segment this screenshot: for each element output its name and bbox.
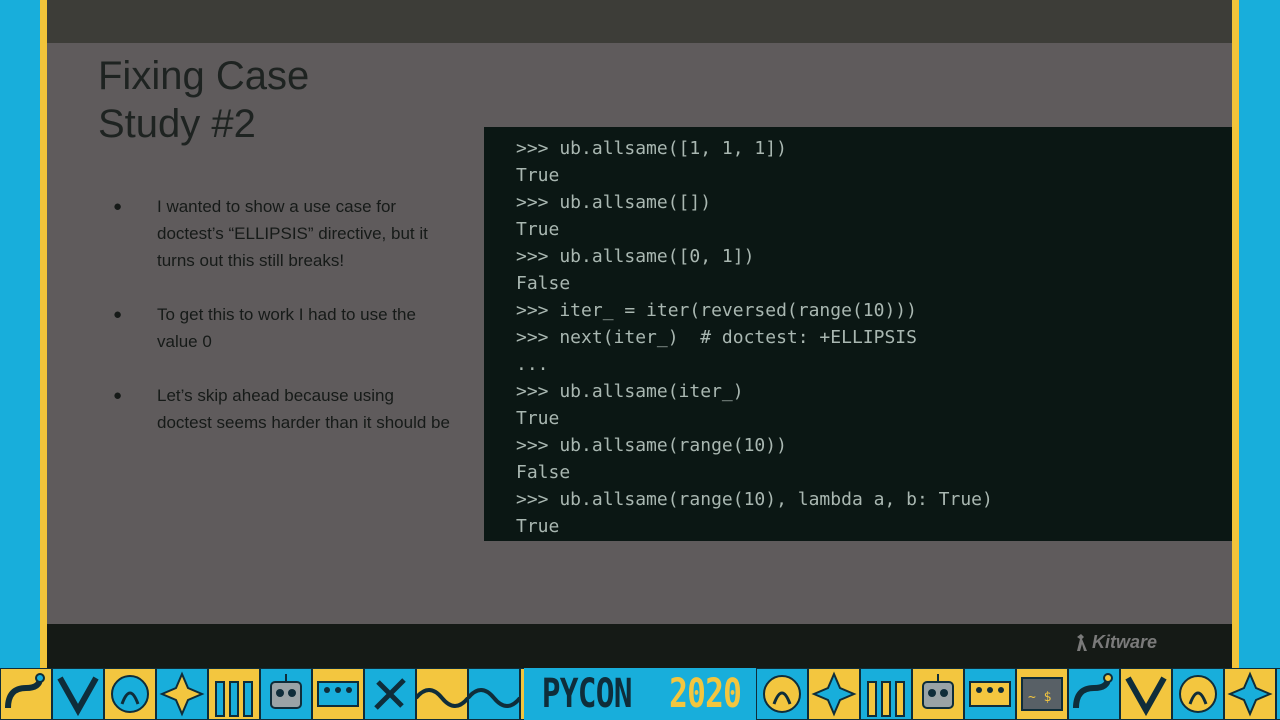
code-line-text: >>> ub.allsame([]) <box>516 192 712 213</box>
code-line-text: >>> ub.allsame(iter_) <box>516 381 744 402</box>
bullet-item: ● I wanted to show a use case for doctest… <box>113 193 453 274</box>
bullet-text: To get this to work I had to use the val… <box>157 305 416 351</box>
pillars-icon <box>1276 668 1280 720</box>
code-line: >>> ub.allsame([1, 1, 1]) <box>484 135 1224 162</box>
robot-icon <box>912 668 964 720</box>
bullet-text: Let’s skip ahead because using doctest s… <box>157 386 450 432</box>
snake-icon <box>1068 668 1120 720</box>
code-line-text: True <box>516 219 560 240</box>
slide-bottom-bar <box>47 624 1232 668</box>
kitware-logo: Kitware <box>1075 632 1157 653</box>
kitware-logo-text: Kitware <box>1092 632 1158 652</box>
wave-icon <box>468 668 520 720</box>
code-line: >>> ub.allsame(iter_) <box>484 378 1224 405</box>
code-line: >>> ub.allsame([]) <box>484 189 1224 216</box>
bullet-item: ● To get this to work I had to use the va… <box>113 301 453 355</box>
slide-top-bar <box>47 0 1232 43</box>
code-line-text: >>> ub.allsame([1, 1, 1]) <box>516 138 787 159</box>
bullet-list: ● I wanted to show a use case for doctest… <box>113 193 453 463</box>
star-icon <box>156 668 208 720</box>
code-line-text: >>> iter_ = iter(reversed(range(10))) <box>516 300 917 321</box>
left-gold-stripe <box>40 0 47 668</box>
bullet-text: I wanted to show a use case for doctest’… <box>157 197 428 270</box>
code-line-text: True <box>516 165 560 186</box>
tools-icon <box>364 668 416 720</box>
star-icon <box>1224 668 1276 720</box>
code-line: True <box>484 162 1224 189</box>
snake-icon <box>0 668 52 720</box>
kitware-logo-icon <box>1077 634 1087 651</box>
star-icon <box>808 668 860 720</box>
code-line: True <box>484 513 1224 540</box>
code-line-text: >>> ub.allsame(range(10), lambda a, b: T… <box>516 489 993 510</box>
code-line: ... <box>484 351 1224 378</box>
pillars-icon <box>860 668 912 720</box>
wave-icon <box>416 668 468 720</box>
code-line: True <box>484 216 1224 243</box>
slide-title-line-1: Fixing Case <box>98 54 310 98</box>
code-line-text: True <box>516 408 560 429</box>
chevron-icon <box>52 668 104 720</box>
left-border <box>0 0 40 668</box>
right-border <box>1239 0 1280 668</box>
bullet-dot: ● <box>113 306 123 323</box>
code-line-text: >>> ub.allsame([0, 1]) <box>516 246 755 267</box>
pillars-icon <box>208 668 260 720</box>
bullet-item: ● Let’s skip ahead because using doctest … <box>113 382 453 436</box>
bullet-dot: ● <box>113 198 123 215</box>
robot-icon <box>260 668 312 720</box>
pycon-word: PYCON <box>541 671 633 717</box>
code-line: False <box>484 270 1224 297</box>
pycon-logo: PYCON 2020 <box>524 668 756 720</box>
code-line: False <box>484 459 1224 486</box>
laurel-icon <box>1172 668 1224 720</box>
slide-title-line-2: Study #2 <box>98 102 256 146</box>
bullet-dot: ● <box>113 387 123 404</box>
slide: Fixing Case Study #2 ● I wanted to show a… <box>47 0 1232 668</box>
code-line-text: False <box>516 273 571 294</box>
terminal-icon: ~ $ <box>1016 668 1068 720</box>
right-gold-stripe <box>1232 0 1239 668</box>
pycon-year: 2020 <box>668 671 742 717</box>
slide-title: Fixing Case Study #2 <box>98 52 428 148</box>
laurel-icon <box>104 668 156 720</box>
code-line-text: >>> next(iter_) # doctest: +ELLIPSIS <box>516 327 917 348</box>
code-line-text: >>> ub.allsame(range(10)) <box>516 435 787 456</box>
code-line-text: ... <box>516 354 549 375</box>
code-line: True <box>484 405 1224 432</box>
svg-text:~ $: ~ $ <box>1028 690 1052 705</box>
code-line: >>> iter_ = iter(reversed(range(10))) <box>484 297 1224 324</box>
code-line: >>> next(iter_) # doctest: +ELLIPSIS <box>484 324 1224 351</box>
code-line-text: False <box>516 462 571 483</box>
code-line-text: True <box>516 516 560 537</box>
code-line: >>> ub.allsame(range(10)) <box>484 432 1224 459</box>
keyboard-icon <box>964 668 1016 720</box>
code-line: >>> ub.allsame([0, 1]) <box>484 243 1224 270</box>
chevron-icon <box>1120 668 1172 720</box>
laurel-icon <box>756 668 808 720</box>
code-block: >>> ub.allsame([1, 1, 1]) True >>> ub.alls… <box>484 127 1232 541</box>
code-line: >>> ub.allsame(range(10), lambda a, b: T… <box>484 486 1224 513</box>
keyboard-icon <box>312 668 364 720</box>
